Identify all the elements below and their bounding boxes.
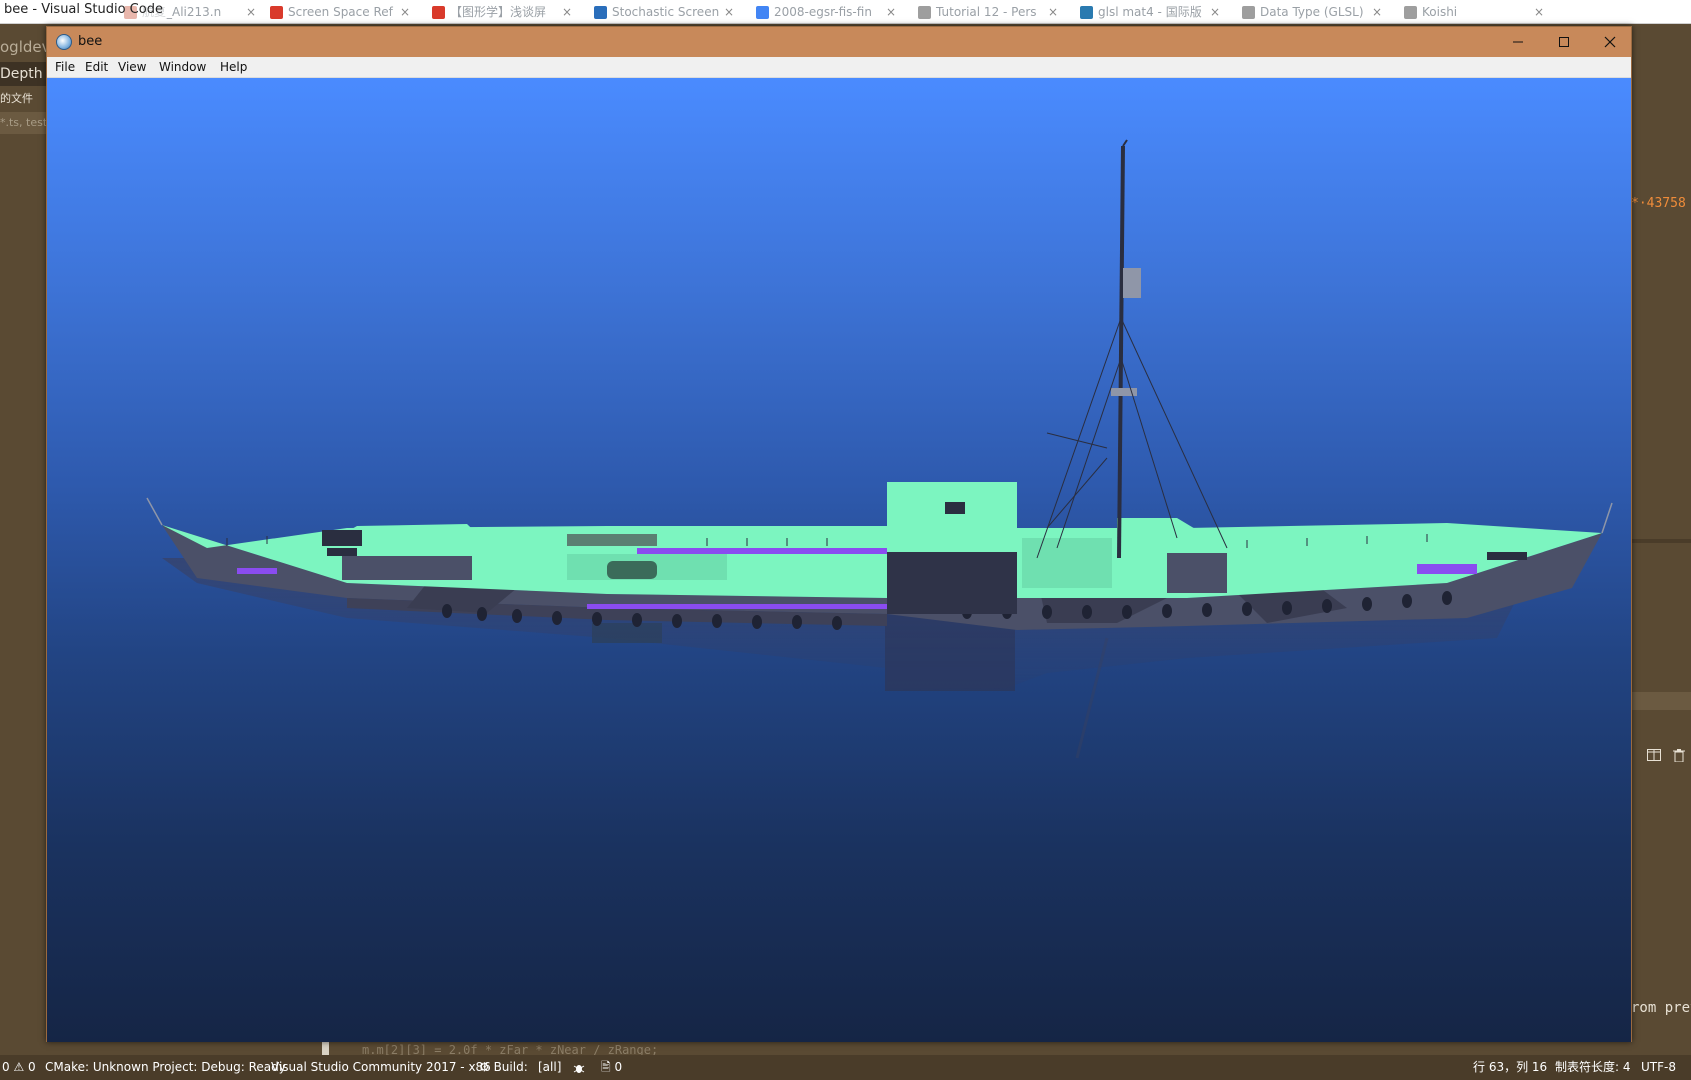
code-fragment-bottom: rom prev bbox=[1631, 1000, 1691, 1016]
menu-help[interactable]: Help bbox=[214, 57, 253, 78]
files-to-include-input[interactable]: *.ts, test bbox=[0, 112, 47, 134]
close-tab-icon[interactable]: × bbox=[246, 0, 256, 23]
favicon-icon bbox=[756, 6, 769, 19]
close-tab-icon[interactable]: × bbox=[400, 0, 410, 23]
vscode-window-title: bee - Visual Studio Code bbox=[0, 0, 167, 20]
explorer-item-depth[interactable]: Depth bbox=[0, 62, 47, 86]
trash-icon[interactable] bbox=[1673, 749, 1685, 766]
close-tab-icon[interactable]: × bbox=[886, 0, 896, 23]
maximize-icon bbox=[1559, 37, 1569, 47]
vscode-sidebar: ogldev Depth 的文件 *.ts, test bbox=[0, 24, 47, 1055]
favicon-icon bbox=[432, 6, 445, 19]
close-tab-icon[interactable]: × bbox=[1210, 0, 1220, 23]
menu-edit[interactable]: Edit bbox=[79, 57, 114, 78]
browser-tab[interactable]: 2008-egsr-fis-fin × bbox=[752, 0, 900, 23]
build-button[interactable]: ⚙ Build: bbox=[479, 1055, 528, 1080]
browser-tab[interactable]: Data Type (GLSL) × bbox=[1238, 0, 1386, 23]
favicon-icon bbox=[270, 6, 283, 19]
panel-divider bbox=[1631, 539, 1691, 543]
window-title: bee bbox=[78, 34, 103, 49]
browser-tab[interactable]: Stochastic Screen × bbox=[590, 0, 738, 23]
vscode-status-bar: 0 ⚠ 0 CMake: Unknown Project: Debug: Rea… bbox=[0, 1055, 1691, 1080]
favicon-icon bbox=[918, 6, 931, 19]
code-fragment: *·43758 bbox=[1631, 196, 1686, 211]
files-label: 的文件 bbox=[0, 92, 33, 105]
favicon-icon bbox=[1242, 6, 1255, 19]
close-tab-icon[interactable]: × bbox=[1372, 0, 1382, 23]
split-editor-icon[interactable] bbox=[1647, 749, 1661, 765]
bee-app-window: bee File Edit View Window Help bbox=[46, 26, 1632, 1042]
cursor-position[interactable]: 行 63，列 16 bbox=[1473, 1055, 1547, 1080]
menu-file[interactable]: File bbox=[49, 57, 81, 78]
tab-size[interactable]: 制表符长度: 4 bbox=[1555, 1055, 1631, 1080]
browser-tab-bar: 航复_Ali213.n × Screen Space Ref × 【图形学】浅谈屏 ×… bbox=[0, 0, 1691, 24]
favicon-icon bbox=[594, 6, 607, 19]
ship-mast bbox=[1036, 139, 1228, 559]
ctest-status[interactable]: 🖹 0 bbox=[601, 1055, 622, 1080]
cmake-kit[interactable]: Visual Studio Community 2017 - x86 bbox=[271, 1055, 491, 1080]
browser-tab[interactable]: Koishi × bbox=[1400, 0, 1548, 23]
build-target[interactable]: [all] bbox=[538, 1055, 561, 1080]
title-bar[interactable]: bee bbox=[47, 27, 1631, 57]
close-tab-icon[interactable]: × bbox=[1534, 0, 1544, 23]
explorer-header[interactable]: ogldev bbox=[0, 36, 47, 58]
menu-window[interactable]: Window bbox=[153, 57, 212, 78]
app-icon bbox=[56, 34, 72, 50]
close-button[interactable] bbox=[1587, 27, 1633, 57]
menu-view[interactable]: View bbox=[112, 57, 152, 78]
scrollbar-thumb[interactable] bbox=[322, 1041, 329, 1055]
cmake-status[interactable]: CMake: Unknown Project: Debug: Ready bbox=[45, 1055, 286, 1080]
favicon-icon bbox=[1404, 6, 1417, 19]
minimize-button[interactable] bbox=[1495, 27, 1541, 57]
close-tab-icon[interactable]: × bbox=[1048, 0, 1058, 23]
panel-sash[interactable] bbox=[1631, 692, 1691, 710]
close-tab-icon[interactable]: × bbox=[724, 0, 734, 23]
browser-tab[interactable]: Tutorial 12 - Pers × bbox=[914, 0, 1062, 23]
minimize-icon bbox=[1513, 41, 1523, 43]
menu-bar: File Edit View Window Help bbox=[47, 57, 1631, 78]
close-icon bbox=[1604, 36, 1616, 48]
favicon-icon bbox=[1080, 6, 1093, 19]
browser-tab[interactable]: glsl mat4 - 国际版 × bbox=[1076, 0, 1224, 23]
browser-tab[interactable]: 【图形学】浅谈屏 × bbox=[428, 0, 576, 23]
close-tab-icon[interactable]: × bbox=[562, 0, 572, 23]
problems-indicator[interactable]: 0 ⚠ 0 bbox=[2, 1055, 36, 1080]
file-encoding[interactable]: UTF-8 bbox=[1641, 1055, 1676, 1080]
maximize-button[interactable] bbox=[1541, 27, 1587, 57]
ship-scene bbox=[146, 139, 1613, 759]
browser-tab[interactable]: Screen Space Ref × bbox=[266, 0, 414, 23]
bug-icon[interactable] bbox=[573, 1055, 585, 1080]
vscode-right-editor-area: *·43758 rom prev bbox=[1631, 24, 1691, 1055]
opengl-viewport[interactable] bbox=[47, 78, 1631, 1042]
